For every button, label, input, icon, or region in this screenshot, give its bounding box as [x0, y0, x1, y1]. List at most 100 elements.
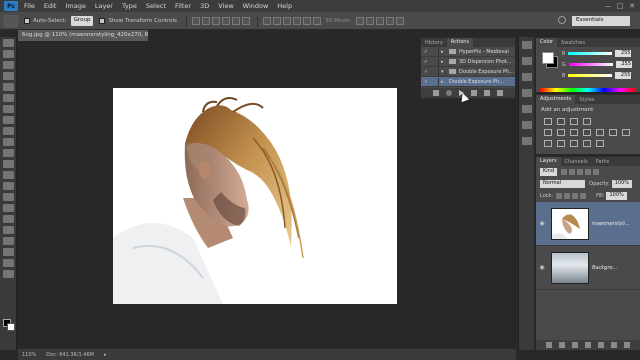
search-icon[interactable] — [558, 16, 566, 24]
slider-g-value[interactable]: 255 — [615, 61, 632, 68]
healing-brush-tool-icon[interactable] — [2, 105, 14, 113]
fill-input[interactable]: 100% — [606, 192, 627, 200]
slider-r-value[interactable]: 255 — [615, 50, 632, 57]
align-right-icon[interactable] — [241, 16, 250, 25]
new-set-icon[interactable] — [471, 90, 478, 96]
filter-smart-object-icon[interactable] — [593, 169, 600, 175]
move-tool-icon[interactable] — [2, 39, 14, 47]
distribute-left-icon[interactable] — [292, 16, 301, 25]
expand-triangle-icon[interactable]: ▸ — [441, 59, 449, 65]
add-mask-icon[interactable] — [571, 342, 578, 348]
tab-styles[interactable]: Styles — [575, 97, 598, 103]
menu-3d[interactable]: 3D — [200, 2, 209, 10]
photo-filter-icon[interactable] — [596, 129, 604, 136]
layer-row[interactable]: ◉ maennerstyli... — [536, 202, 640, 246]
distribute-center-icon[interactable] — [302, 16, 311, 25]
maximize-button[interactable]: □ — [614, 0, 626, 12]
3d-slide-icon[interactable] — [386, 16, 395, 25]
menu-help[interactable]: Help — [277, 2, 292, 10]
menu-filter[interactable]: Filter — [175, 2, 191, 10]
hue-saturation-icon[interactable] — [557, 129, 565, 136]
show-transform-checkbox[interactable] — [99, 17, 106, 24]
menu-file[interactable]: File — [24, 2, 35, 10]
expand-triangle-icon[interactable]: ▸ — [441, 49, 449, 55]
check-icon[interactable]: ✓ — [421, 59, 431, 65]
close-button[interactable]: ✕ — [626, 0, 638, 12]
selective-color-icon[interactable] — [596, 140, 604, 147]
delete-icon[interactable] — [497, 90, 504, 96]
slider-g-track[interactable] — [568, 63, 613, 66]
paragraph-panel-icon[interactable] — [521, 121, 532, 129]
curves-icon[interactable] — [570, 118, 578, 125]
auto-select-checkbox[interactable] — [24, 17, 30, 24]
document-tab[interactable]: 6og.jpg @ 110% (maennerstyling_420x270, … — [18, 30, 148, 41]
link-layers-icon[interactable] — [545, 342, 552, 348]
dialog-toggle[interactable] — [431, 57, 439, 66]
zoom-level[interactable]: 110% — [22, 352, 36, 358]
tab-color[interactable]: Color — [536, 38, 558, 47]
menu-image[interactable]: Image — [65, 2, 85, 10]
info-panel-icon[interactable] — [521, 89, 532, 97]
tab-paths[interactable]: Paths — [592, 159, 614, 165]
align-middle-icon[interactable] — [201, 16, 210, 25]
blur-tool-icon[interactable] — [2, 171, 14, 179]
brightness-contrast-icon[interactable] — [544, 118, 552, 125]
layer-name[interactable]: Backgro... — [592, 265, 617, 271]
clone-stamp-tool-icon[interactable] — [2, 127, 14, 135]
filter-type-icon[interactable] — [577, 169, 584, 175]
align-left-icon[interactable] — [221, 16, 230, 25]
visibility-eye-icon[interactable]: ◉ — [536, 220, 548, 227]
distribute-top-icon[interactable] — [262, 16, 271, 25]
properties-panel-icon[interactable] — [521, 73, 532, 81]
character-panel-icon[interactable] — [521, 105, 532, 113]
new-layer-icon[interactable] — [611, 342, 618, 348]
lock-position-icon[interactable] — [572, 193, 579, 199]
posterize-icon[interactable] — [557, 140, 565, 147]
extra-tools-icon[interactable] — [2, 259, 14, 267]
dialog-toggle[interactable] — [431, 77, 439, 86]
tab-history[interactable]: History — [421, 40, 447, 46]
distribute-middle-icon[interactable] — [272, 16, 281, 25]
menu-type[interactable]: Type — [122, 2, 137, 10]
gradient-map-icon[interactable] — [583, 140, 591, 147]
check-icon[interactable]: ✓ — [421, 49, 431, 55]
lock-pixels-icon[interactable] — [564, 193, 571, 199]
delete-layer-icon[interactable] — [624, 342, 631, 348]
exposure-icon[interactable] — [583, 118, 591, 125]
menu-edit[interactable]: Edit — [44, 2, 57, 10]
menu-window[interactable]: Window — [243, 2, 269, 10]
lock-all-icon[interactable] — [580, 193, 587, 199]
new-action-icon[interactable] — [484, 90, 491, 96]
doc-size[interactable]: Doc: 641.3K/1.46M — [46, 352, 94, 358]
status-menu-arrow[interactable]: ▸ — [104, 352, 107, 358]
lock-transparency-icon[interactable] — [556, 193, 563, 199]
zoom-tool-icon[interactable] — [2, 248, 14, 256]
workspace-dropdown[interactable]: Essentials — [572, 16, 630, 26]
visibility-eye-icon[interactable]: ◉ — [536, 264, 548, 271]
3d-rotate-icon[interactable] — [356, 16, 365, 25]
menu-layer[interactable]: Layer — [95, 2, 113, 10]
history-brush-tool-icon[interactable] — [2, 138, 14, 146]
menu-view[interactable]: View — [218, 2, 233, 10]
menu-select[interactable]: Select — [146, 2, 166, 10]
foreground-color-chip[interactable] — [542, 52, 554, 64]
tab-actions[interactable]: Actions — [446, 38, 474, 47]
eyedropper-tool-icon[interactable] — [2, 94, 14, 102]
action-row-selected[interactable]: ✓ ▸ Double Exposure Ph... — [421, 77, 515, 87]
quick-select-tool-icon[interactable] — [2, 72, 14, 80]
gradient-tool-icon[interactable] — [2, 160, 14, 168]
align-bottom-icon[interactable] — [211, 16, 220, 25]
blend-mode-dropdown[interactable]: Normal — [540, 180, 586, 188]
slider-b-value[interactable]: 255 — [615, 72, 632, 79]
layer-name[interactable]: maennerstyli... — [592, 221, 630, 227]
color-lookup-icon[interactable] — [622, 129, 630, 136]
distribute-right-icon[interactable] — [312, 16, 321, 25]
layer-style-icon[interactable] — [558, 342, 565, 348]
new-group-icon[interactable] — [598, 342, 605, 348]
action-set-row[interactable]: ✓ ▸ 3D Dispersion Phot... — [421, 57, 515, 67]
brush-tool-icon[interactable] — [2, 116, 14, 124]
rectangle-tool-icon[interactable] — [2, 226, 14, 234]
3d-drag-icon[interactable] — [376, 16, 385, 25]
minimize-button[interactable]: — — [602, 0, 614, 12]
invert-icon[interactable] — [544, 140, 552, 147]
